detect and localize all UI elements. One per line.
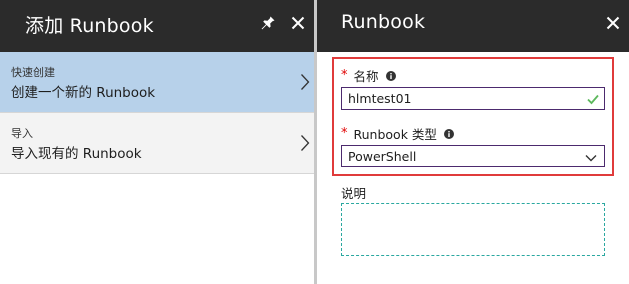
- description-label-text: 说明: [341, 186, 367, 201]
- close-icon[interactable]: [604, 14, 622, 32]
- blade-title: 添加 Runbook: [25, 15, 154, 37]
- description-input[interactable]: [342, 204, 604, 255]
- close-icon[interactable]: [289, 14, 307, 32]
- name-label-text: 名称: [353, 69, 379, 84]
- menu-item-label: 导入现有的 Runbook: [11, 146, 142, 162]
- info-icon[interactable]: [443, 128, 454, 139]
- chevron-right-icon: [300, 73, 310, 91]
- runbook-form-blade: Runbook * 名称 * Runbook 类型 PowerShell 说明: [317, 0, 629, 284]
- info-icon[interactable]: [385, 70, 396, 81]
- menu-item-subtitle: 导入: [11, 127, 33, 140]
- runbook-type-value: PowerShell: [348, 149, 417, 164]
- type-label-text: Runbook 类型: [353, 127, 437, 142]
- required-marker: *: [341, 68, 348, 83]
- chevron-down-icon: [585, 151, 597, 163]
- blade-header: 添加 Runbook: [0, 0, 314, 52]
- menu-item-label: 创建一个新的 Runbook: [11, 85, 156, 101]
- chevron-right-icon: [300, 134, 310, 152]
- description-container: [341, 203, 605, 256]
- menu-item-quick-create[interactable]: 快速创建 创建一个新的 Runbook: [0, 52, 314, 113]
- name-field-label: * 名称: [341, 66, 396, 85]
- add-runbook-blade: 添加 Runbook 快速创建 创建一个新的 Runbook 导入 导入现有的 …: [0, 0, 314, 284]
- blade-header: Runbook: [317, 0, 629, 52]
- type-field-label: * Runbook 类型: [341, 124, 454, 143]
- check-icon: [586, 92, 600, 106]
- pin-icon[interactable]: [259, 14, 277, 32]
- required-marker: *: [341, 126, 348, 141]
- name-input[interactable]: [342, 88, 572, 109]
- name-input-container: [341, 87, 605, 110]
- menu-item-import[interactable]: 导入 导入现有的 Runbook: [0, 113, 314, 174]
- description-label: 说明: [341, 183, 366, 202]
- runbook-type-select[interactable]: PowerShell: [341, 145, 605, 167]
- menu-item-subtitle: 快速创建: [11, 66, 55, 79]
- blade-title: Runbook: [341, 11, 426, 33]
